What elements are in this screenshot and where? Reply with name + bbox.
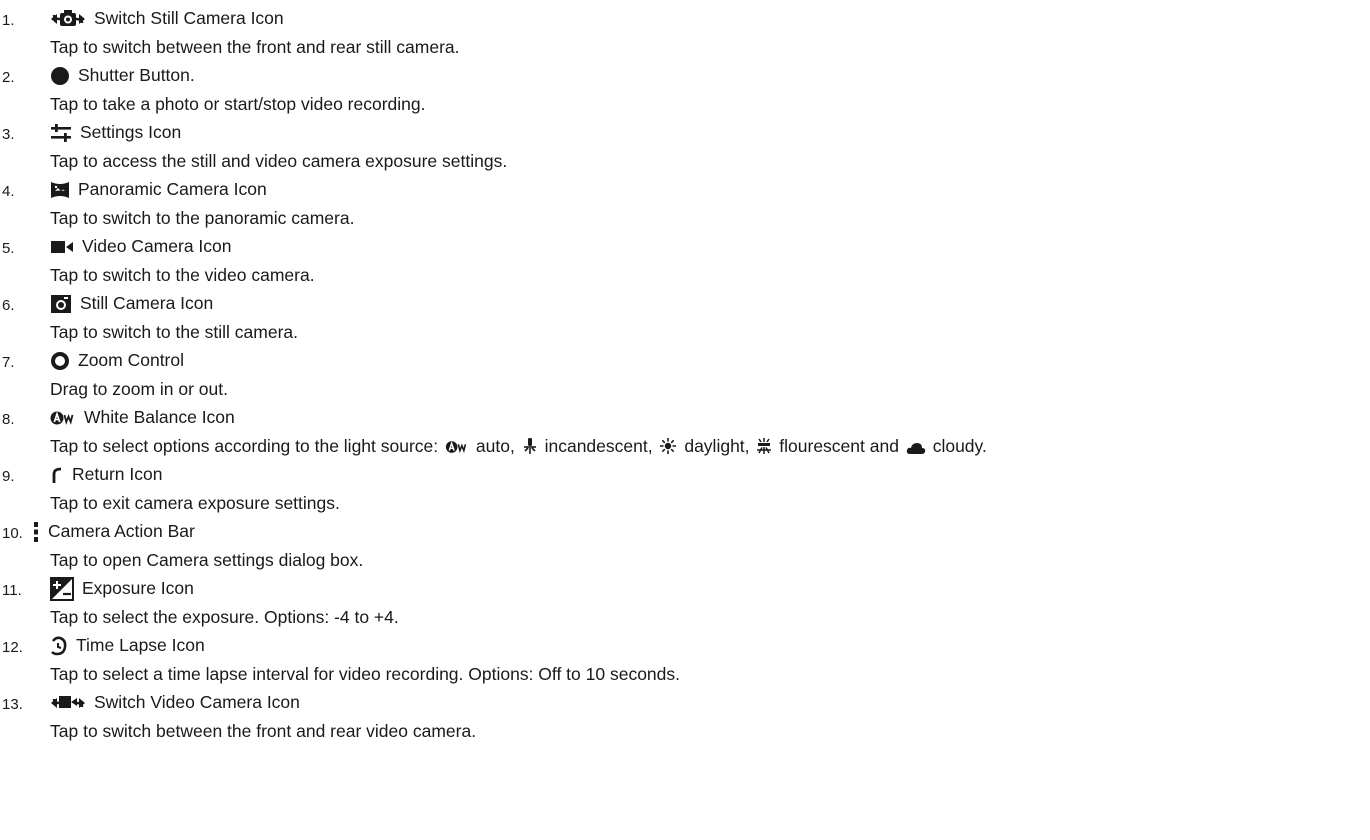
item-number: 5.: [2, 240, 15, 257]
item-number: 13.: [2, 696, 23, 713]
item-number: 1.: [2, 12, 15, 29]
white-balance-auto-icon: [445, 439, 469, 455]
list-item: 4. Panoramic Camera Icon Tap to switch t…: [0, 175, 1370, 232]
item-number: 2.: [2, 69, 15, 86]
panoramic-camera-icon: [50, 179, 70, 201]
item-title: Shutter Button.: [78, 65, 195, 85]
item-description: Tap to select the exposure. Options: -4 …: [50, 607, 399, 627]
item-description: Tap to exit camera exposure settings.: [50, 493, 340, 513]
fluorescent-icon: [756, 437, 772, 455]
item-description: Tap to access the still and video camera…: [50, 151, 508, 171]
video-camera-icon: [50, 236, 74, 258]
list-item: 3. Settings Icon Tap to access the still…: [0, 118, 1370, 175]
item-number: 4.: [2, 183, 15, 200]
item-title: Time Lapse Icon: [76, 635, 205, 655]
daylight-icon: [659, 437, 677, 455]
list-item: 9. Return Icon Tap to exit camera exposu…: [0, 460, 1370, 517]
camera-icon-legend: 1. Switch Still Camera Icon Tap to switc…: [0, 0, 1370, 745]
item-description: Tap to switch to the panoramic camera.: [50, 208, 355, 228]
list-item: 2. Shutter Button. Tap to take a photo o…: [0, 61, 1370, 118]
item-title: Switch Still Camera Icon: [94, 8, 284, 28]
camera-action-bar-icon: [32, 521, 40, 543]
item-number: 8.: [2, 411, 15, 428]
white-balance-icon: [50, 407, 76, 429]
item-number: 12.: [2, 639, 23, 656]
list-item: 6. Still Camera Icon Tap to switch to th…: [0, 289, 1370, 346]
item-description: Tap to take a photo or start/stop video …: [50, 94, 426, 114]
item-description: Tap to switch to the still camera.: [50, 322, 299, 342]
shutter-button-icon: [50, 65, 70, 87]
exposure-icon: [50, 576, 74, 601]
incandescent-icon: [522, 437, 538, 455]
time-lapse-icon: [50, 635, 68, 657]
item-title: Zoom Control: [78, 350, 185, 370]
item-title: Return Icon: [72, 464, 163, 484]
list-item: 10. Camera Action Bar Tap to open Camera…: [0, 517, 1370, 574]
item-number: 6.: [2, 297, 15, 314]
item-number: 7.: [2, 354, 15, 371]
item-description: Tap to select a time lapse interval for …: [50, 664, 681, 684]
item-title: Switch Video Camera Icon: [94, 692, 300, 712]
item-description: Tap to select options according to the l…: [50, 436, 987, 456]
item-title: Still Camera Icon: [80, 293, 214, 313]
item-description: Tap to switch between the front and rear…: [50, 37, 460, 57]
list-item: 12. Time Lapse Icon Tap to select a time…: [0, 631, 1370, 688]
item-number: 9.: [2, 468, 15, 485]
settings-icon: [50, 122, 72, 144]
item-title: Settings Icon: [80, 122, 182, 142]
list-item: 13. Switch Video Camera Icon Tap to swit…: [0, 688, 1370, 745]
zoom-control-icon: [50, 350, 70, 372]
item-number: 3.: [2, 126, 15, 143]
cloudy-icon: [906, 441, 926, 455]
item-description: Tap to switch to the video camera.: [50, 265, 315, 285]
item-number: 11.: [2, 582, 22, 599]
switch-still-camera-icon: [50, 8, 86, 30]
item-title: White Balance Icon: [84, 407, 235, 427]
item-title: Video Camera Icon: [82, 236, 232, 256]
still-camera-icon: [50, 293, 72, 315]
return-icon: [50, 464, 64, 486]
item-description: Drag to zoom in or out.: [50, 379, 228, 399]
list-item: 1. Switch Still Camera Icon Tap to switc…: [0, 4, 1370, 61]
item-title: Exposure Icon: [82, 578, 194, 598]
item-description: Tap to switch between the front and rear…: [50, 721, 477, 741]
list-item: 5. Video Camera Icon Tap to switch to th…: [0, 232, 1370, 289]
item-description: Tap to open Camera settings dialog box.: [50, 550, 364, 570]
item-number: 10.: [2, 525, 23, 542]
item-title: Camera Action Bar: [48, 521, 195, 541]
switch-video-camera-icon: [50, 692, 86, 714]
list-item: 8. White Balance Icon Tap to select opti…: [0, 403, 1370, 460]
item-title: Panoramic Camera Icon: [78, 179, 267, 199]
list-item: 11. Exposure Icon Tap to select the expo…: [0, 574, 1370, 631]
list-item: 7. Zoom Control Drag to zoom in or out.: [0, 346, 1370, 403]
